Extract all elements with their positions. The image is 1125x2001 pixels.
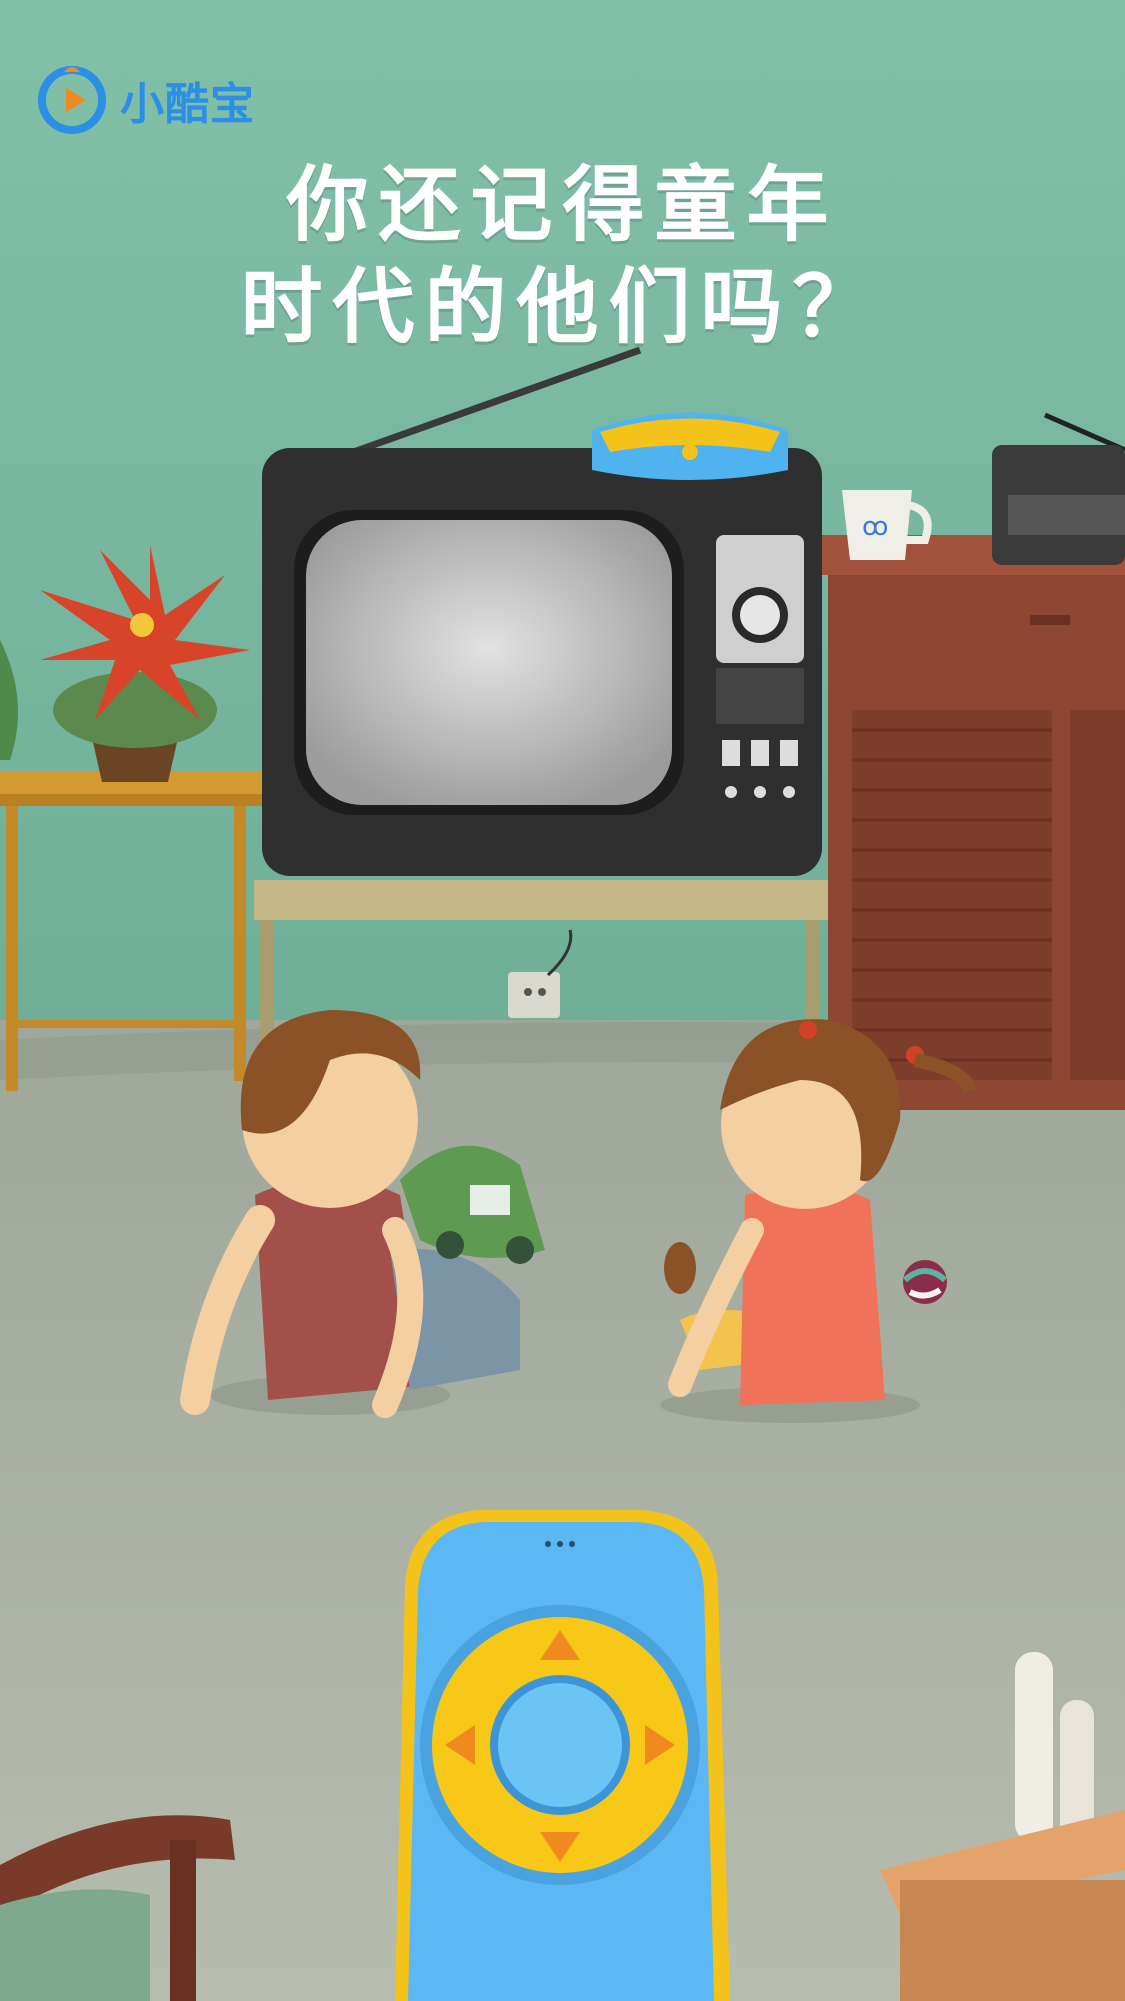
brand-logo[interactable]: 小酷宝	[34, 62, 255, 138]
cabinet	[820, 535, 1125, 1110]
speaker-on-tv	[592, 412, 788, 480]
headline-line-2: 时代的他们吗？	[240, 260, 885, 355]
remote-control	[395, 1510, 730, 2001]
toy-ball	[902, 1260, 948, 1304]
play-smile-icon	[38, 66, 106, 134]
brand-name: 小酷宝	[120, 79, 255, 130]
poster: ꝏ 小酷宝 你还记得童年 时代的他们吗？	[0, 0, 1125, 2001]
svg-text:ꝏ: ꝏ	[862, 512, 888, 542]
